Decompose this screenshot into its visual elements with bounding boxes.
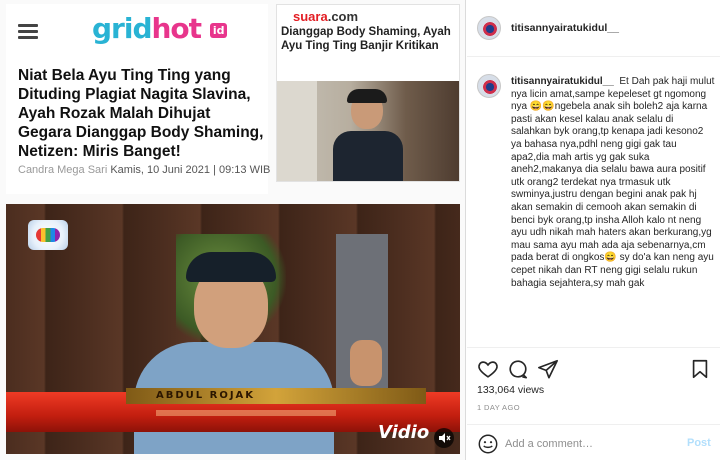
emoji-icon[interactable] [477,433,499,455]
share-icon[interactable] [537,358,559,380]
view-count[interactable]: 133,064 views [477,384,544,396]
header-username[interactable]: titisannyairatukidul__ [511,22,619,34]
suara-photo [277,81,459,181]
avatar[interactable] [477,16,501,40]
caption-text: Et Dah pak haji mulut nya licin amat,sam… [511,76,715,289]
add-comment-row: Post [467,424,720,460]
suara-headline: Dianggap Body Shaming, Ayah Ayu Ting Tin… [281,26,451,52]
gridhot-article-card: gridgridhothot id Niat Bela Ayu Ting Tin… [6,4,270,194]
lower-third-name: ABDUL ROJAK [156,390,256,401]
video-still: ABDUL ROJAK Vidio [6,204,460,454]
article-headline: Niat Bela Ayu Ting Ting yang Dituding Pl… [18,67,264,160]
bookmark-icon[interactable] [689,358,711,380]
gridhot-logo: gridgridhothot id [92,12,228,45]
article-date: Kamis, 10 Juni 2021 | 09:13 WIB [110,164,271,176]
caption-avatar[interactable] [477,74,501,98]
comment-input[interactable] [505,433,675,455]
suara-logo: suara.com [293,9,358,24]
gridhot-logo-suffix: id [209,22,228,38]
comments-section[interactable]: titisannyairatukidul__ Et Dah pak haji m… [467,58,720,348]
suara-logo-suffix: .com [327,9,359,24]
article-byline: Candra Mega Sari Kamis, 10 Juni 2021 | 0… [18,164,270,176]
speaker-mute-icon[interactable] [434,428,454,448]
post-caption: titisannyairatukidul__ Et Dah pak haji m… [511,76,716,290]
hamburger-icon [18,24,38,40]
article-author: Candra Mega Sari [18,164,108,176]
vidio-watermark: Vidio [378,422,430,443]
suara-logo-main: suara [293,9,328,24]
action-bar [467,352,720,382]
post-comment-button[interactable]: Post [687,437,711,449]
post-sidebar: titisannyairatukidul__ titisannyairatuki… [467,0,720,460]
tv-channel-logo [28,220,68,250]
post-header: titisannyairatukidul__ [467,0,720,57]
post-media[interactable]: gridgridhothot id Niat Bela Ayu Ting Tin… [0,0,466,460]
heart-icon[interactable] [477,358,499,380]
caption-username[interactable]: titisannyairatukidul__ [511,76,614,87]
suara-article-card: suara.com Dianggap Body Shaming, Ayah Ay… [276,4,460,182]
post-timestamp[interactable]: 1 DAY AGO [477,403,520,412]
comment-icon[interactable] [507,358,529,380]
